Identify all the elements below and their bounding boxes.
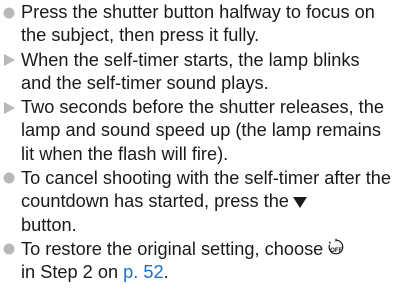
bullet-dot-icon [3,7,15,19]
bullet-arrow-icon [3,101,15,114]
self-timer-off-icon: OFF [327,238,345,256]
bullet-dot-icon [3,172,15,184]
item-text: When the self-timer starts, the lamp bli… [21,49,360,93]
bullet-dot-icon [3,243,15,255]
item-text: Two seconds before the shutter releases,… [21,97,384,164]
list-item: To cancel shooting with the self-timer a… [0,167,397,237]
list-item: Press the shutter button halfway to focu… [0,1,397,48]
bullet-arrow-icon [3,54,15,66]
instruction-list: Press the shutter button halfway to focu… [0,0,397,285]
item-text: in Step 2 on [21,262,119,283]
page-52-link[interactable]: p. 52 [123,262,163,282]
item-text: Press the shutter button halfway to focu… [21,2,375,46]
list-item: Two seconds before the shutter releases,… [0,96,397,166]
item-text: button. [21,214,77,235]
svg-text:OFF: OFF [330,247,343,254]
item-text: . [163,262,169,283]
list-item: To restore the original setting, choose … [0,238,397,285]
item-text: To restore the original setting, choose [21,238,324,259]
item-text: To cancel shooting with the self-timer a… [21,167,391,212]
list-item: When the self-timer starts, the lamp bli… [0,49,397,96]
down-triangle-icon [292,197,307,209]
